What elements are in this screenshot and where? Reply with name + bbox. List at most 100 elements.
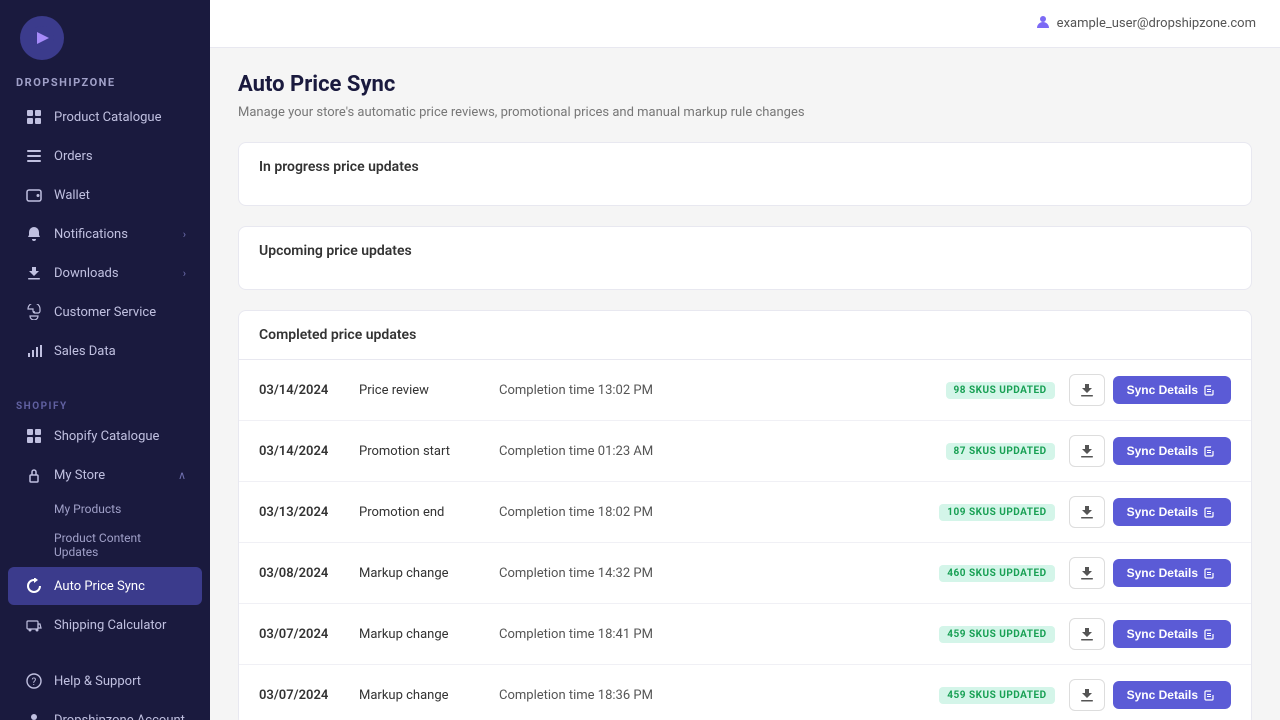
customer-service-icon [24, 302, 44, 322]
user-info: example_user@dropshipzone.com [1035, 14, 1256, 34]
sidebar-label-orders: Orders [54, 149, 186, 164]
sync-type-2: Promotion end [359, 505, 499, 520]
orders-icon [24, 146, 44, 166]
sync-badge-0: 98 SKUS UPDATED [946, 382, 1055, 399]
sidebar-item-my-products[interactable]: My Products [8, 495, 202, 523]
sync-type-4: Markup change [359, 627, 499, 642]
sync-details-button-4[interactable]: Sync Details [1113, 620, 1231, 648]
sidebar-label-downloads: Downloads [54, 266, 183, 281]
sidebar-shopify-nav: Shopify Catalogue My Store ∧ My Products… [0, 416, 210, 645]
sales-data-icon [24, 341, 44, 361]
download-button-1[interactable] [1069, 435, 1105, 467]
sync-details-button-5[interactable]: Sync Details [1113, 681, 1231, 709]
sidebar-item-product-content-updates[interactable]: Product Content Updates [8, 524, 202, 566]
sidebar-label-wallet: Wallet [54, 188, 186, 203]
sync-details-button-1[interactable]: Sync Details [1113, 437, 1231, 465]
sync-badge-5: 459 SKUS UPDATED [939, 687, 1054, 704]
in-progress-card: In progress price updates [238, 142, 1252, 206]
sidebar-item-orders[interactable]: Orders [8, 137, 202, 175]
sync-completion-0: Completion time 13:02 PM [499, 383, 946, 398]
downloads-icon [24, 263, 44, 283]
sync-completion-2: Completion time 18:02 PM [499, 505, 939, 520]
table-row: 03/14/2024 Promotion start Completion ti… [239, 421, 1251, 482]
sidebar-item-wallet[interactable]: Wallet [8, 176, 202, 214]
sync-type-0: Price review [359, 383, 499, 398]
table-row: 03/07/2024 Markup change Completion time… [239, 604, 1251, 665]
user-avatar-icon [1035, 14, 1051, 34]
download-button-4[interactable] [1069, 618, 1105, 650]
sync-completion-1: Completion time 01:23 AM [499, 444, 946, 459]
sidebar-label-dropshipzone-account: Dropshipzone Account [54, 713, 186, 720]
download-button-2[interactable] [1069, 496, 1105, 528]
sidebar-item-shopify-catalogue[interactable]: Shopify Catalogue [8, 417, 202, 455]
wallet-icon [24, 185, 44, 205]
sync-date-0: 03/14/2024 [259, 383, 359, 398]
sidebar-item-shipping-calculator[interactable]: Shipping Calculator [8, 606, 202, 644]
sidebar-label-customer-service: Customer Service [54, 305, 186, 320]
sync-details-button-3[interactable]: Sync Details [1113, 559, 1231, 587]
upcoming-card: Upcoming price updates [238, 226, 1252, 290]
sidebar-item-notifications[interactable]: Notifications › [8, 215, 202, 253]
sync-date-1: 03/14/2024 [259, 444, 359, 459]
table-row: 03/07/2024 Markup change Completion time… [239, 665, 1251, 720]
sidebar-label-product-content-updates: Product Content Updates [54, 531, 186, 559]
sync-details-button-2[interactable]: Sync Details [1113, 498, 1231, 526]
sidebar-label-product-catalogue: Product Catalogue [54, 110, 186, 125]
notifications-chevron: › [183, 228, 186, 241]
sync-type-3: Markup change [359, 566, 499, 581]
auto-price-sync-icon [24, 576, 44, 596]
brand-label: DROPSHIPZONE [0, 76, 210, 97]
sync-badge-3: 460 SKUS UPDATED [939, 565, 1054, 582]
sidebar-item-help-support[interactable]: ? Help & Support [8, 662, 202, 700]
sidebar-label-help-support: Help & Support [54, 674, 186, 689]
upcoming-title: Upcoming price updates [259, 243, 1231, 259]
sidebar-item-dropshipzone-account[interactable]: Dropshipzone Account [8, 701, 202, 720]
sync-date-4: 03/07/2024 [259, 627, 359, 642]
download-button-3[interactable] [1069, 557, 1105, 589]
my-store-icon [24, 465, 44, 485]
svg-text:?: ? [32, 677, 37, 688]
sidebar-label-my-products: My Products [54, 502, 121, 516]
logo-icon [20, 16, 64, 60]
main-content: example_user@dropshipzone.com Auto Price… [210, 0, 1280, 720]
sidebar-item-sales-data[interactable]: Sales Data [8, 332, 202, 370]
sync-date-2: 03/13/2024 [259, 505, 359, 520]
completed-card: Completed price updates 03/14/2024 Price… [238, 310, 1252, 720]
table-row: 03/13/2024 Promotion end Completion time… [239, 482, 1251, 543]
sidebar-label-sales-data: Sales Data [54, 344, 186, 359]
content-area: Auto Price Sync Manage your store's auto… [210, 48, 1280, 720]
sidebar-label-notifications: Notifications [54, 227, 183, 242]
sync-completion-4: Completion time 18:41 PM [499, 627, 939, 642]
sidebar-item-auto-price-sync[interactable]: Auto Price Sync [8, 567, 202, 605]
completed-rows-container: 03/14/2024 Price review Completion time … [239, 360, 1251, 720]
product-catalogue-icon [24, 107, 44, 127]
completed-title: Completed price updates [239, 311, 1251, 360]
download-button-0[interactable] [1069, 374, 1105, 406]
page-subtitle: Manage your store's automatic price revi… [238, 105, 1252, 120]
sync-badge-4: 459 SKUS UPDATED [939, 626, 1054, 643]
downloads-chevron: › [183, 267, 186, 280]
help-support-icon: ? [24, 671, 44, 691]
sidebar-item-product-catalogue[interactable]: Product Catalogue [8, 98, 202, 136]
sidebar-item-customer-service[interactable]: Customer Service [8, 293, 202, 331]
sidebar-logo [0, 0, 210, 76]
sidebar-item-downloads[interactable]: Downloads › [8, 254, 202, 292]
sidebar-item-my-store[interactable]: My Store ∧ [8, 456, 202, 494]
page-title: Auto Price Sync [238, 72, 1252, 97]
sync-date-3: 03/08/2024 [259, 566, 359, 581]
notifications-icon [24, 224, 44, 244]
download-button-5[interactable] [1069, 679, 1105, 711]
sidebar-label-auto-price-sync: Auto Price Sync [54, 579, 186, 594]
my-store-chevron: ∧ [178, 469, 186, 482]
dropshipzone-account-icon [24, 710, 44, 720]
in-progress-title: In progress price updates [259, 159, 1231, 175]
topbar: example_user@dropshipzone.com [210, 0, 1280, 48]
shopify-section-label: SHOPIFY [0, 387, 210, 416]
sync-badge-1: 87 SKUS UPDATED [946, 443, 1055, 460]
sync-details-button-0[interactable]: Sync Details [1113, 376, 1231, 404]
sidebar-label-shipping-calculator: Shipping Calculator [54, 618, 186, 633]
shipping-calculator-icon [24, 615, 44, 635]
sync-type-5: Markup change [359, 688, 499, 703]
sync-type-1: Promotion start [359, 444, 499, 459]
sidebar-main-nav: Product Catalogue Orders Wallet Notifica… [0, 97, 210, 371]
